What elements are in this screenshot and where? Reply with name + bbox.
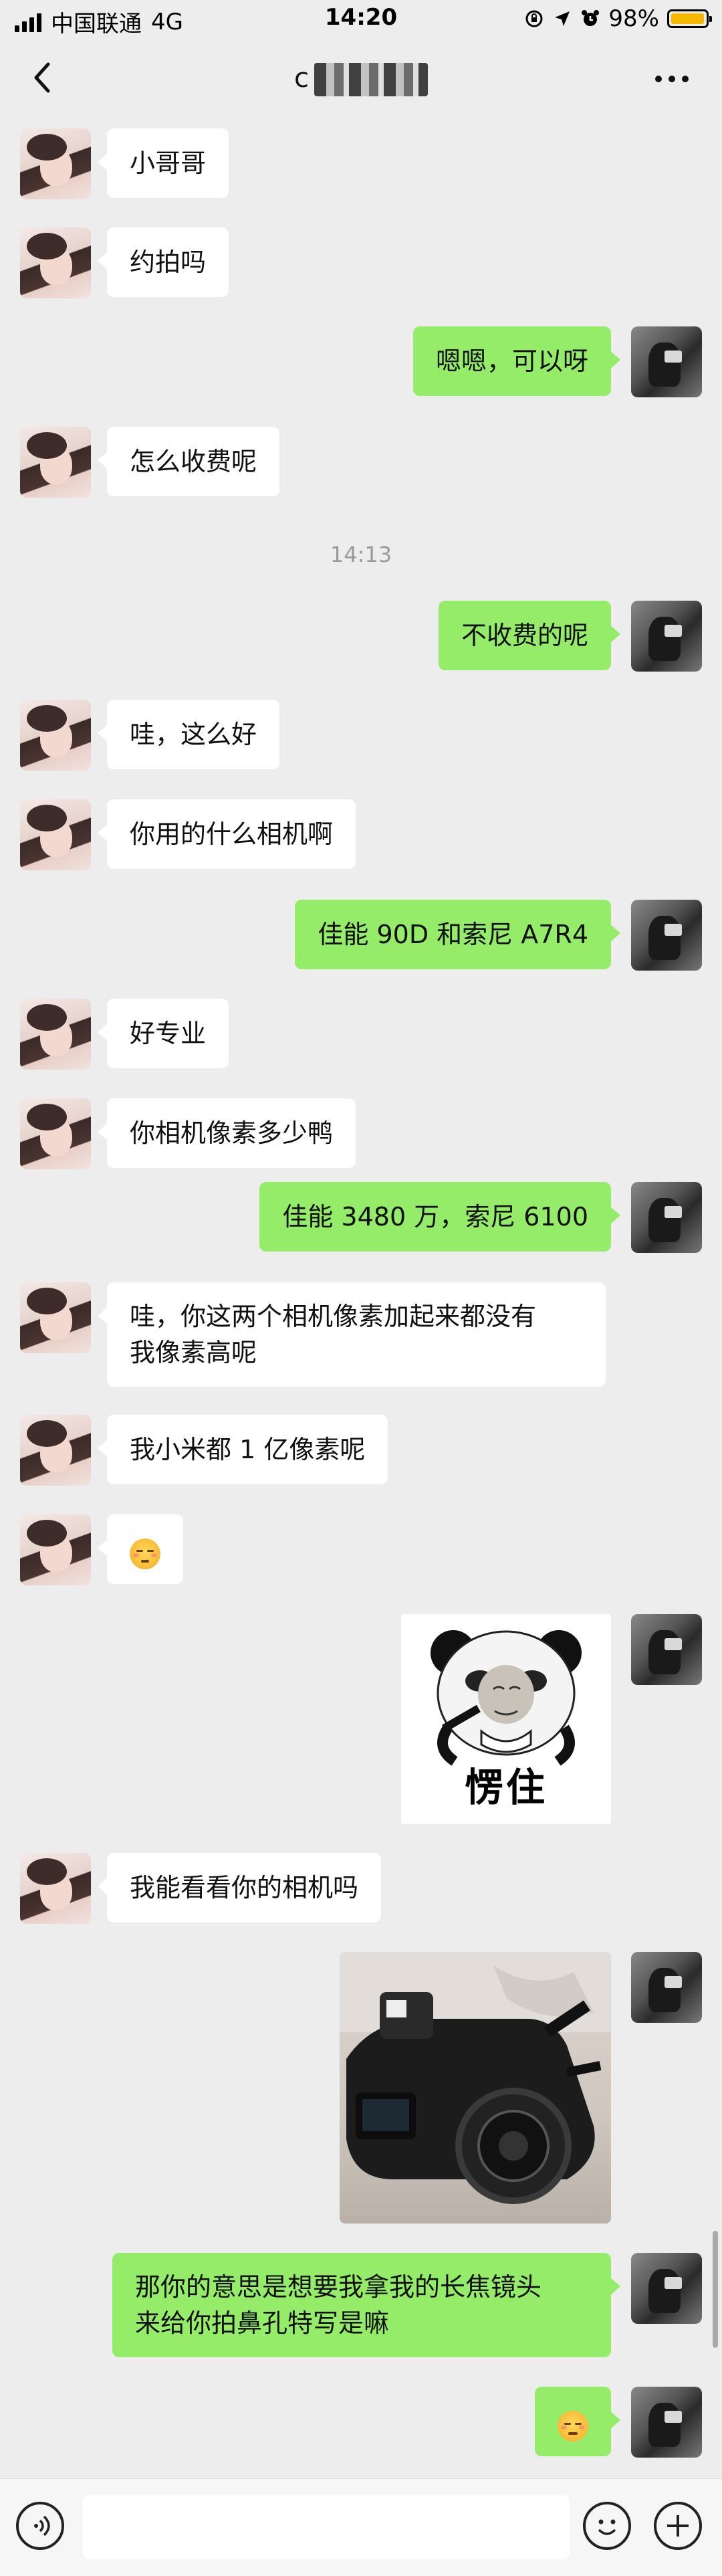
location-icon — [555, 11, 570, 26]
battery-icon — [667, 9, 712, 28]
incoming-message[interactable]: 好专业 — [97, 999, 229, 1068]
incoming-message[interactable]: 哇，这么好 — [97, 700, 280, 769]
incoming-emoji-message[interactable] — [98, 1514, 183, 1584]
my-avatar[interactable] — [631, 1952, 702, 2023]
message-input[interactable] — [83, 2495, 570, 2559]
my-avatar[interactable] — [631, 1614, 702, 1685]
contact-avatar[interactable] — [20, 128, 91, 199]
incoming-message[interactable]: 哇，你这两个相机像素加起来都没有 我像素高呢 — [98, 1282, 606, 1387]
outgoing-emoji-message[interactable] — [535, 2387, 620, 2456]
status-bar: 中国联通 4G 14:20 98% — [0, 0, 722, 39]
camera-photo-art — [340, 1952, 611, 2204]
contact-avatar[interactable] — [20, 1098, 91, 1169]
outgoing-message[interactable]: 嗯嗯，可以呀 — [412, 326, 621, 396]
incoming-message[interactable]: 你相机像素多少鸭 — [97, 1098, 356, 1168]
chat-scrollbar[interactable] — [713, 2231, 718, 2348]
message-line: 哇，你这两个相机像素加起来都没有 — [130, 1302, 537, 1331]
emoji-icon[interactable] — [583, 2502, 631, 2550]
input-bar — [0, 2478, 722, 2576]
contact-avatar[interactable] — [20, 999, 91, 1070]
chat-header: c — [0, 39, 722, 126]
shy-face-emoji — [130, 1538, 160, 1569]
my-avatar[interactable] — [631, 326, 702, 397]
contact-avatar[interactable] — [20, 700, 91, 771]
more-dots-icon[interactable] — [655, 72, 695, 86]
chat-title-text: c — [294, 63, 309, 94]
status-right: 98% — [524, 5, 712, 32]
contact-avatar[interactable] — [20, 1415, 91, 1486]
battery-fill — [671, 13, 704, 24]
my-avatar[interactable] — [631, 2253, 702, 2324]
my-avatar[interactable] — [631, 601, 702, 672]
camera-photo[interactable] — [340, 1952, 611, 2223]
incoming-message[interactable]: 你用的什么相机啊 — [97, 799, 356, 869]
unamused-face-emoji — [558, 2410, 588, 2442]
incoming-message[interactable]: 我小米都 1 亿像素呢 — [97, 1415, 388, 1484]
outgoing-message[interactable]: 佳能 90D 和索尼 A7R4 — [295, 900, 620, 969]
panda-meme-sticker[interactable]: 愣住 — [401, 1614, 611, 1824]
voice-icon[interactable] — [16, 2502, 64, 2550]
chat-timestamp: 14:13 — [330, 542, 392, 567]
contact-avatar[interactable] — [20, 427, 91, 498]
chat-title: c — [0, 63, 722, 96]
incoming-message[interactable]: 约拍吗 — [97, 227, 229, 297]
sticker-caption: 愣住 — [464, 1765, 548, 1810]
incoming-message[interactable]: 小哥哥 — [97, 128, 229, 198]
outgoing-message[interactable]: 不收费的呢 — [438, 601, 621, 670]
plus-icon[interactable] — [654, 2502, 702, 2550]
contact-avatar[interactable] — [20, 799, 91, 870]
rotation-lock-icon — [525, 10, 543, 27]
message-line: 来给你拍鼻孔特写是嘛 — [135, 2308, 390, 2338]
contact-avatar[interactable] — [20, 1853, 91, 1924]
incoming-message[interactable]: 怎么收费呢 — [97, 427, 280, 496]
outgoing-message[interactable]: 那你的意思是想要我拿我的长焦镜头 来给你拍鼻孔特写是嘛 — [112, 2253, 620, 2357]
outgoing-message[interactable]: 佳能 3480 万，索尼 6100 — [259, 1182, 620, 1252]
incoming-message[interactable]: 我能看看你的相机吗 — [97, 1853, 382, 1922]
message-line: 我像素高呢 — [130, 1338, 257, 1367]
panda-face-art — [431, 1630, 582, 1766]
message-line: 那你的意思是想要我拿我的长焦镜头 — [135, 2272, 542, 2302]
contact-avatar[interactable] — [20, 1282, 91, 1353]
my-avatar[interactable] — [631, 1182, 702, 1253]
redacted-name-block — [314, 63, 428, 96]
battery-percent: 98% — [608, 5, 659, 32]
alarm-icon — [582, 10, 600, 26]
contact-avatar[interactable] — [20, 227, 91, 298]
my-avatar[interactable] — [631, 2387, 702, 2458]
my-avatar[interactable] — [631, 900, 702, 971]
contact-avatar[interactable] — [20, 1514, 91, 1585]
